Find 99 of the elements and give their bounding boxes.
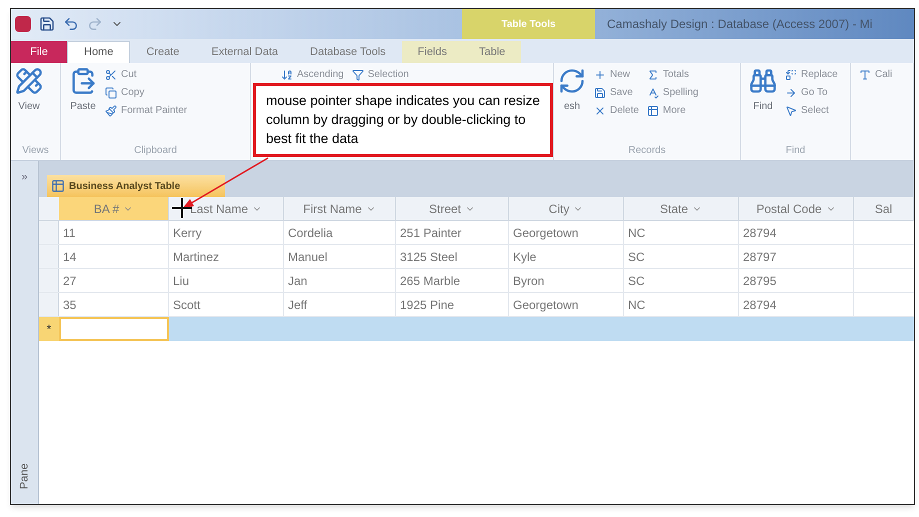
table-cell: Kyle <box>509 245 624 268</box>
ribbon-tab[interactable]: External Data <box>195 41 294 63</box>
ribbon-button[interactable]: Delete <box>594 103 639 118</box>
column-header[interactable]: Sal <box>854 197 914 220</box>
callout-box: mouse pointer shape indicates you can resize column by dragging or by double-clicking to best fit the data <box>253 83 553 157</box>
sigma-icon <box>646 68 659 80</box>
plus-icon <box>594 68 606 80</box>
table-icon <box>51 179 65 193</box>
table-cell: 265 Marble <box>396 269 509 292</box>
group-label: Records <box>627 144 667 158</box>
shutter-bar-button[interactable]: » <box>17 169 32 186</box>
row-selector[interactable]: * <box>39 317 59 341</box>
ribbon-large-button[interactable]: Find <box>749 67 777 114</box>
table-cell: SC <box>624 245 739 268</box>
table-cell: NC <box>624 221 739 244</box>
table-cell: Liu <box>169 269 284 292</box>
table-cell: Byron <box>509 269 624 292</box>
ribbon-button[interactable]: Spelling <box>646 85 698 100</box>
table-cell: 1925 Pine <box>396 293 509 316</box>
ribbon-tab[interactable]: File <box>11 41 67 63</box>
table-cell: Jeff <box>284 293 396 316</box>
table-cell: Manuel <box>284 245 396 268</box>
ribbon-tab[interactable]: Fields <box>402 41 463 63</box>
table-cell: 28797 <box>739 245 854 268</box>
group-label: Views <box>21 144 50 158</box>
ribbon-button[interactable]: Go To <box>785 85 838 100</box>
redo-icon[interactable] <box>87 16 103 32</box>
ribbon-button[interactable]: Cali <box>859 67 892 82</box>
arrow-right-icon <box>785 86 797 98</box>
table-cell: 11 <box>59 221 169 244</box>
tab-label: Business Analyst Table <box>69 180 180 194</box>
ribbon-button[interactable]: Format Painter <box>105 103 188 118</box>
ribbon-tab[interactable]: Table <box>463 41 522 63</box>
navigation-pane[interactable]: » Pane <box>11 161 39 504</box>
close-icon <box>594 104 606 116</box>
view-icon <box>15 67 43 95</box>
table-cell: Georgetown <box>509 221 624 244</box>
table-cell: Jan <box>284 269 396 292</box>
contextual-tab-group: Table Tools <box>462 9 595 39</box>
table-cell: 251 Painter <box>396 221 509 244</box>
refresh-icon <box>558 67 586 95</box>
ribbon-button[interactable]: Totals <box>646 67 698 82</box>
column-header[interactable]: Postal Code <box>739 197 854 220</box>
app-logo-icon <box>15 16 31 32</box>
table-cell: Cordelia <box>284 221 396 244</box>
ribbon-button[interactable]: Ascending <box>281 67 344 82</box>
ribbon-large-button[interactable]: esh <box>558 67 586 114</box>
ribbon-tab[interactable]: Database Tools <box>294 41 402 63</box>
font-icon <box>859 68 871 80</box>
table-cell: Martinez <box>169 245 284 268</box>
ribbon-large-button[interactable]: Paste <box>69 67 97 114</box>
filter-icon <box>352 68 364 80</box>
ribbon-button[interactable]: Copy <box>105 85 188 100</box>
save-icon <box>594 86 606 98</box>
ribbon-button[interactable]: More <box>646 103 698 118</box>
paintbrush-icon <box>105 104 117 116</box>
column-header[interactable]: First Name <box>284 197 396 220</box>
ribbon-large-button[interactable]: View <box>15 67 43 114</box>
table-cell: Kerry <box>169 221 284 244</box>
pointer-icon <box>785 104 797 116</box>
ribbon-tab[interactable]: Create <box>130 41 196 63</box>
table-cell: NC <box>624 293 739 316</box>
table-cell: 28794 <box>739 221 854 244</box>
ribbon-button[interactable]: Replace <box>785 67 838 82</box>
binoculars-icon <box>749 67 777 95</box>
table-cell: 14 <box>59 245 169 268</box>
sort-icon <box>281 68 293 80</box>
ribbon-tab[interactable]: Home <box>67 41 130 63</box>
table-cell: 35 <box>59 293 169 316</box>
column-header[interactable]: BA # <box>59 197 169 220</box>
undo-icon[interactable] <box>63 16 79 32</box>
column-header[interactable]: State <box>624 197 739 220</box>
spelling-icon <box>646 86 659 98</box>
new-record-row[interactable]: * <box>39 317 914 341</box>
table-cell: 28794 <box>739 293 854 316</box>
table-cell: 27 <box>59 269 169 292</box>
copy-icon <box>105 86 117 98</box>
table-cell: Scott <box>169 293 284 316</box>
table-cell: 3125 Steel <box>396 245 509 268</box>
window-title: Camashaly Design : Database (Access 2007) - Mi <box>607 16 872 33</box>
save-icon[interactable] <box>39 16 55 32</box>
table-icon <box>646 104 659 116</box>
replace-icon <box>785 68 797 80</box>
group-label: Clipboard <box>133 144 178 158</box>
input-field[interactable] <box>59 317 169 341</box>
ribbon-button[interactable]: Select <box>785 103 838 118</box>
column-header[interactable]: City <box>509 197 624 220</box>
ribbon-button[interactable]: New <box>594 67 639 82</box>
pane-label: Pane <box>17 462 32 489</box>
ribbon-button[interactable]: Save <box>594 85 639 100</box>
document-tab[interactable]: Business Analyst Table <box>47 175 225 197</box>
table-cell: Georgetown <box>509 293 624 316</box>
table-cell: SC <box>624 269 739 292</box>
ribbon-button[interactable]: Selection <box>352 67 409 82</box>
group-label: Find <box>784 144 806 158</box>
column-header[interactable]: Street <box>396 197 509 220</box>
scissors-icon <box>105 68 117 80</box>
table-cell: 28795 <box>739 269 854 292</box>
ribbon-button[interactable]: Cut <box>105 67 188 82</box>
